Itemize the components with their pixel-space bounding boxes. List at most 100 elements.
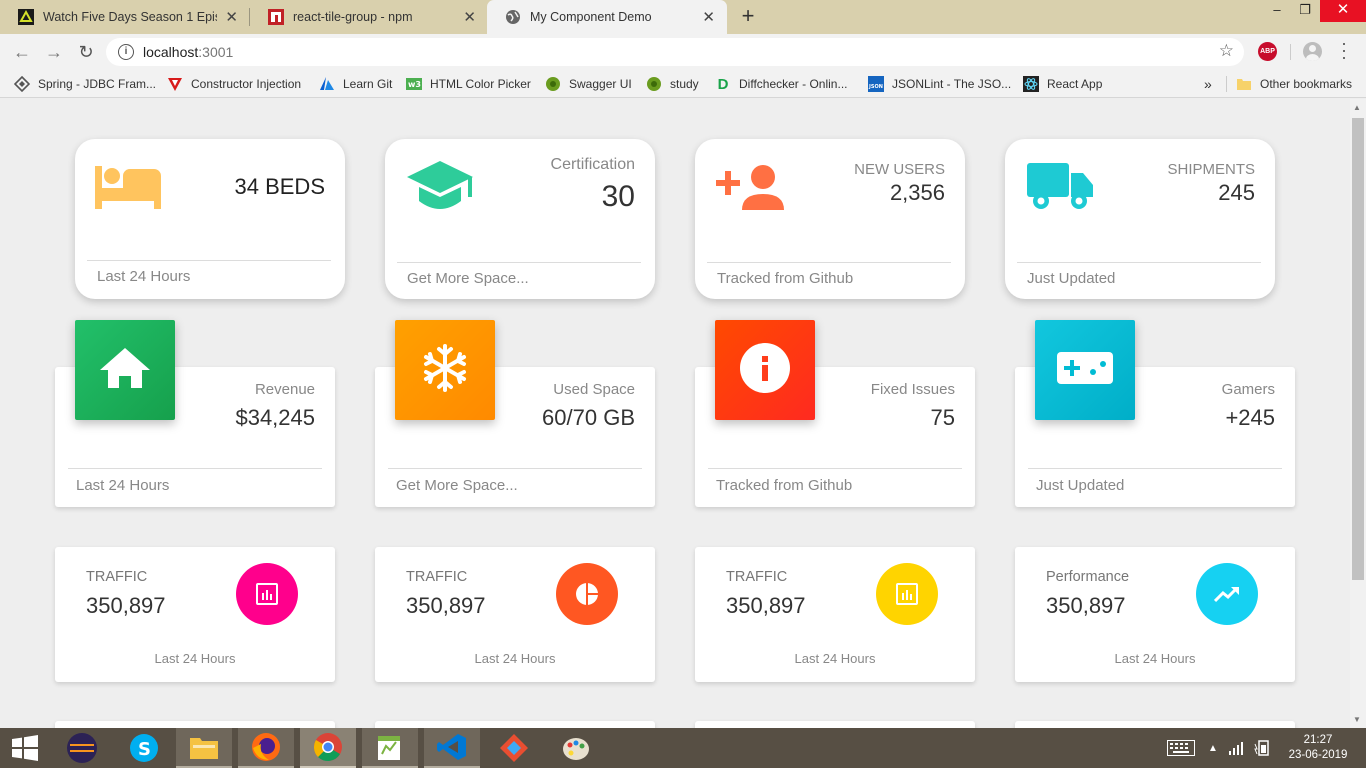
bed-icon — [95, 163, 161, 214]
eclipse-icon[interactable] — [54, 728, 110, 768]
page-scrollbar[interactable]: ▲ ▼ — [1350, 99, 1366, 728]
bookmarks-divider — [1226, 76, 1227, 92]
traffic-card-2: TRAFFIC 350,897 Last 24 Hours — [375, 547, 655, 682]
jsonlint-icon: JSON — [868, 76, 884, 92]
react-icon — [1023, 76, 1039, 92]
snowflake-icon — [420, 343, 470, 398]
adblock-plus-icon[interactable]: ABP — [1258, 42, 1277, 61]
globe-icon — [505, 9, 521, 25]
back-arrow-icon[interactable]: ← — [10, 40, 34, 64]
info-tile — [715, 320, 815, 420]
battery-icon[interactable] — [1254, 728, 1270, 768]
bookmark-swagger-ui[interactable]: Swagger UI — [545, 75, 632, 93]
vscode-icon[interactable] — [424, 728, 480, 768]
tab-react-tile-group[interactable]: react-tile-group - npm ✕ — [250, 0, 488, 34]
minimize-button[interactable]: – — [1262, 0, 1292, 22]
system-clock[interactable]: 21:27 23-06-2019 — [1284, 733, 1352, 763]
windows-start-icon[interactable] — [0, 728, 50, 768]
divider — [397, 262, 641, 263]
divider — [1028, 468, 1282, 469]
scroll-down-arrow-icon[interactable]: ▼ — [1353, 715, 1361, 724]
profile-avatar-icon[interactable] — [1303, 42, 1322, 61]
truck-icon — [1027, 163, 1093, 216]
svg-text:w3: w3 — [408, 80, 421, 89]
red-triangle-icon — [167, 76, 183, 92]
report-icon — [236, 563, 298, 625]
scrollbar-thumb[interactable] — [1352, 118, 1364, 580]
divider — [68, 468, 322, 469]
spring-icon — [14, 76, 30, 92]
divider — [1017, 262, 1261, 263]
info-icon — [740, 342, 790, 398]
close-tab-icon[interactable]: ✕ — [463, 8, 476, 26]
divider — [388, 468, 642, 469]
bookmark-diffchecker[interactable]: D Diffchecker - Onlin... — [715, 75, 848, 93]
tab-watch-five-days[interactable]: Watch Five Days Season 1 Episode ✕ — [0, 0, 250, 34]
add-user-icon — [716, 164, 784, 217]
bookmark-spring[interactable]: Spring - JDBC Fram... — [14, 75, 156, 93]
tab-strip: Watch Five Days Season 1 Episode ✕ react… — [0, 0, 1366, 34]
close-tab-icon[interactable]: ✕ — [702, 8, 715, 26]
maximize-button[interactable]: ❐ — [1290, 0, 1320, 22]
bookmark-react-app[interactable]: React App — [1023, 75, 1102, 93]
folder-icon — [1236, 76, 1252, 92]
npm-icon — [268, 9, 284, 25]
card-partial — [55, 721, 335, 728]
svg-text:S: S — [138, 739, 151, 760]
new-tab-button[interactable]: + — [736, 3, 760, 31]
file-explorer-icon[interactable] — [176, 728, 232, 768]
divider — [708, 468, 962, 469]
page-content: 34 BEDS Last 24 Hours Certification 30 G… — [0, 99, 1350, 728]
other-bookmarks[interactable]: Other bookmarks — [1236, 75, 1352, 93]
forward-arrow-icon[interactable]: → — [42, 40, 66, 64]
network-icon[interactable] — [1229, 728, 1245, 768]
close-window-button[interactable]: ✕ — [1320, 0, 1366, 22]
azure-icon — [319, 76, 335, 92]
close-tab-icon[interactable]: ✕ — [225, 8, 238, 26]
tray-expand-icon[interactable]: ▲ — [1208, 728, 1218, 768]
home-tile — [75, 320, 175, 420]
browser-toolbar: ← → ↻ i localhost:3001 ☆ ABP · · · — [0, 34, 1366, 70]
skype-icon[interactable]: S — [116, 728, 172, 768]
paint-icon[interactable] — [548, 728, 604, 768]
address-bar[interactable]: i localhost:3001 ☆ — [106, 38, 1244, 66]
bookmarks-overflow-button[interactable]: » — [1204, 75, 1212, 93]
chrome-icon[interactable] — [300, 728, 356, 768]
reload-icon[interactable]: ↻ — [74, 40, 98, 64]
shipments-card: SHIPMENTS 245 Just Updated — [1005, 139, 1275, 299]
site-info-icon[interactable]: i — [118, 44, 134, 60]
trending-up-icon — [1196, 563, 1258, 625]
beds-card: 34 BEDS Last 24 Hours — [75, 139, 345, 299]
url-text[interactable]: localhost:3001 — [143, 44, 233, 60]
divider — [87, 260, 331, 261]
diffchecker-icon: D — [717, 75, 729, 93]
home-icon — [100, 346, 150, 395]
gamepad-icon — [1057, 351, 1113, 389]
gamepad-tile — [1035, 320, 1135, 420]
keyboard-icon[interactable] — [1167, 728, 1195, 768]
bookmark-learn-git[interactable]: Learn Git — [319, 75, 392, 93]
new-users-card: NEW USERS 2,356 Tracked from Github — [695, 139, 965, 299]
report-icon — [876, 563, 938, 625]
w3-icon: w3 — [406, 76, 422, 92]
scroll-up-arrow-icon[interactable]: ▲ — [1353, 103, 1361, 112]
bookmark-study[interactable]: study — [646, 75, 699, 93]
bookmark-star-icon[interactable]: ☆ — [1219, 41, 1234, 61]
tab-my-component-demo[interactable]: My Component Demo ✕ — [487, 0, 727, 34]
notepad-plus-icon[interactable] — [362, 728, 418, 768]
graduation-cap-icon — [407, 159, 473, 220]
bookmark-constructor-injection[interactable]: Constructor Injection — [167, 75, 301, 93]
bookmark-html-color-picker[interactable]: w3 HTML Color Picker — [406, 75, 531, 93]
card-partial — [695, 721, 975, 728]
windows-taskbar: S ▲ 21:27 23-06-2019 — [0, 728, 1366, 768]
menu-dots-icon[interactable]: · · · — [1339, 34, 1349, 66]
bookmark-jsonlint[interactable]: JSON JSONLint - The JSO... — [868, 75, 1011, 93]
bookmarks-bar: Spring - JDBC Fram... Constructor Inject… — [0, 70, 1366, 98]
pie-chart-icon — [556, 563, 618, 625]
snowflake-tile — [395, 320, 495, 420]
swagger-icon — [646, 76, 662, 92]
performance-card: Performance 350,897 Last 24 Hours — [1015, 547, 1295, 682]
git-icon[interactable] — [486, 728, 542, 768]
svg-text:JSON: JSON — [868, 84, 883, 90]
firefox-icon[interactable] — [238, 728, 294, 768]
